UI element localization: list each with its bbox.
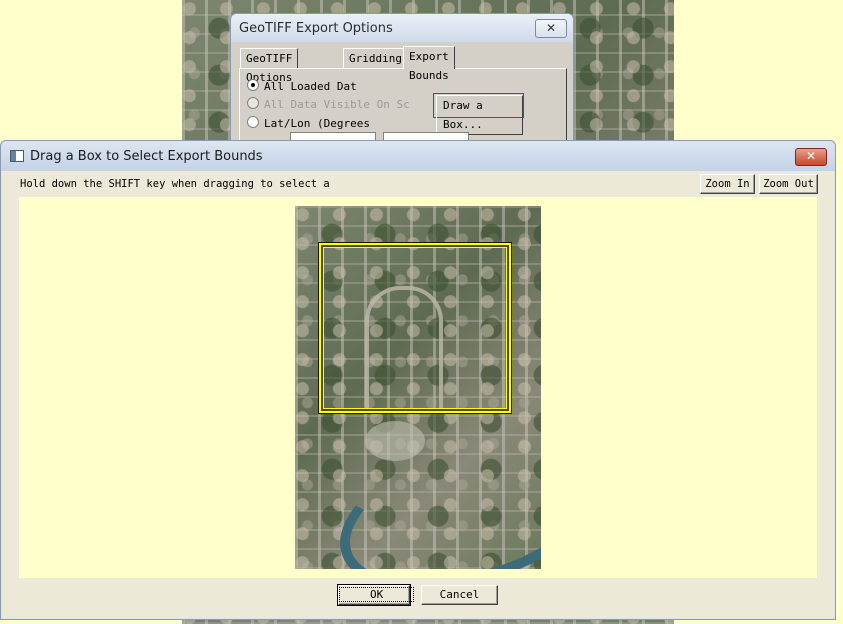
instruction-text: Hold down the SHIFT key when dragging to… <box>20 178 330 190</box>
option-all-loaded-data[interactable]: All Loaded Dat <box>247 79 357 93</box>
option-all-data-visible: All Data Visible On Sc <box>247 97 410 111</box>
tab-export-bounds[interactable]: Export Bounds <box>403 46 455 82</box>
zoom-out-button[interactable]: Zoom Out <box>759 174 818 194</box>
title-bar: GeoTIFF Export Options ✕ <box>231 14 573 42</box>
radio-unselected-icon[interactable] <box>247 116 259 128</box>
button-label: Draw a Box... <box>436 95 523 135</box>
ok-button[interactable]: OK <box>337 584 415 606</box>
select-export-bounds-dialog: Drag a Box to Select Export Bounds ✕ Hol… <box>0 140 836 620</box>
close-button[interactable]: ✕ <box>795 148 827 166</box>
tab-geotiff-options[interactable]: GeoTIFF Options <box>240 48 299 84</box>
dialog-title: GeoTIFF Export Options <box>239 21 393 36</box>
title-bar: Drag a Box to Select Export Bounds ✕ <box>1 141 835 171</box>
cancel-button[interactable]: Cancel <box>421 585 498 605</box>
window-icon <box>10 150 24 162</box>
option-lat-lon[interactable]: Lat/Lon (Degrees <box>247 116 370 130</box>
aerial-map-image[interactable] <box>295 206 541 569</box>
dialog-title: Drag a Box to Select Export Bounds <box>30 149 263 164</box>
selection-box[interactable] <box>318 242 512 414</box>
option-label: Lat/Lon (Degrees <box>264 117 370 130</box>
button-label: OK <box>339 587 415 602</box>
draw-a-box-button[interactable]: Draw a Box... <box>433 93 524 135</box>
radio-selected-icon[interactable] <box>247 79 259 91</box>
map-canvas[interactable] <box>19 197 817 578</box>
radio-disabled-icon <box>247 97 259 109</box>
option-label: All Loaded Dat <box>264 80 357 93</box>
river <box>320 401 541 569</box>
zoom-in-button[interactable]: Zoom In <box>700 174 755 194</box>
plaza-area <box>365 421 425 461</box>
option-label: All Data Visible On Sc <box>264 98 410 111</box>
tab-gridding[interactable]: Gridding <box>343 48 408 68</box>
close-button[interactable]: ✕ <box>535 19 567 38</box>
